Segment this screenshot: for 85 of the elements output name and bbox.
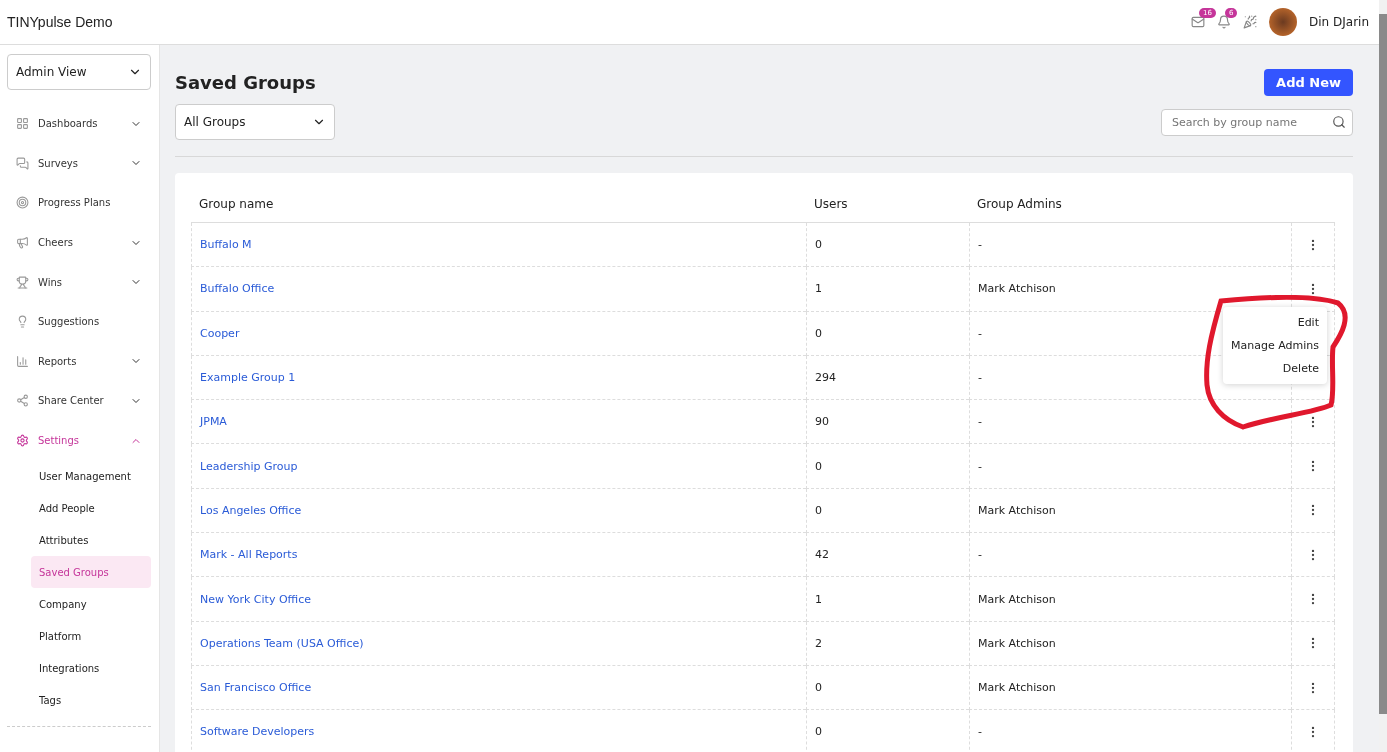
column-header: Group name (191, 185, 806, 223)
sidebar-item-label: Progress Plans (38, 197, 112, 209)
table-cell: 0 (806, 710, 969, 752)
table-cell: Mark Atchison (969, 621, 1291, 666)
target-icon (16, 196, 29, 210)
sidebar-item[interactable]: Surveys (7, 143, 151, 184)
table-cell: Mark Atchison (969, 665, 1291, 711)
settings-icon (16, 434, 29, 448)
party-popper-icon[interactable] (1243, 15, 1257, 29)
table-cell: 0 (806, 488, 969, 534)
column-header: Group Admins (969, 185, 1291, 223)
table-cell: 0 (806, 311, 969, 356)
grid-icon (16, 117, 29, 131)
group-name-link[interactable]: Buffalo Office (191, 267, 806, 312)
group-name-link[interactable]: Buffalo M (191, 223, 806, 268)
group-name-link[interactable]: Example Group 1 (191, 355, 806, 401)
sidebar-item-label: Settings (38, 435, 80, 447)
sidebar-item-label: Dashboards (38, 118, 99, 130)
group-name-link[interactable]: Software Developers (191, 710, 806, 752)
sidebar-item[interactable]: Wins (7, 262, 151, 302)
sidebar-subitem[interactable]: Saved Groups (31, 556, 151, 589)
sidebar-item[interactable]: Cheers (7, 222, 151, 263)
sidebar-item[interactable]: Reports (7, 341, 151, 382)
sidebar-subitem[interactable]: Attributes (7, 524, 151, 557)
sidebar-subitem[interactable]: Add People (7, 492, 151, 525)
sidebar-item[interactable]: Suggestions (7, 301, 151, 342)
user-avatar[interactable] (1269, 8, 1297, 36)
table-cell: Mark Atchison (969, 577, 1291, 622)
megaphone-icon (16, 236, 29, 250)
column-header: Users (806, 185, 969, 223)
search-box[interactable]: Search by group name (1161, 108, 1353, 136)
group-name-link[interactable]: Mark - All Reports (191, 533, 806, 578)
sidebar-subitem[interactable]: Tags (7, 684, 151, 717)
sidebar-item-label: Surveys (38, 157, 79, 169)
sidebar-item-label: Reports (38, 355, 78, 367)
share-icon (16, 394, 29, 408)
user-name[interactable]: Din DJarin (1309, 15, 1369, 29)
group-name-link[interactable]: Operations Team (USA Office) (191, 621, 806, 666)
table-cell: 1 (806, 577, 969, 622)
app-title: TINYpulse Demo (7, 14, 113, 30)
table-cell: - (969, 710, 1291, 752)
group-name-link[interactable]: Los Angeles Office (191, 488, 806, 534)
table-cell: - (969, 444, 1291, 489)
table-cell: - (969, 533, 1291, 578)
sidebar-subitem[interactable]: User Management (7, 460, 151, 493)
table-cell: 294 (806, 355, 969, 401)
group-name-link[interactable]: Leadership Group (191, 444, 806, 489)
table-cell: - (969, 400, 1291, 445)
sidebar-item-label: Wins (38, 276, 63, 288)
add-new-button[interactable]: Add New (1264, 69, 1353, 96)
sidebar-item[interactable]: Share Center (7, 381, 151, 421)
table-cell: 0 (806, 223, 969, 268)
lightbulb-icon (16, 315, 29, 329)
group-name-link[interactable]: Cooper (191, 311, 806, 356)
group-filter-select[interactable]: All Groups (175, 104, 335, 140)
table-cell: 2 (806, 621, 969, 666)
sidebar-item[interactable]: Dashboards (7, 104, 151, 144)
sidebar-item-label: Share Center (38, 395, 105, 407)
table-cell: 42 (806, 533, 969, 578)
table-cell: 0 (806, 665, 969, 711)
sidebar-item-label: Suggestions (38, 316, 101, 328)
sidebar-item[interactable]: Progress Plans (7, 183, 151, 223)
bar-chart-icon (16, 354, 29, 368)
page-title: Saved Groups (175, 72, 316, 93)
sidebar-subitem[interactable]: Integrations (7, 652, 151, 685)
sidebar-item-label: Cheers (38, 237, 74, 249)
table-cell: - (969, 223, 1291, 268)
group-name-link[interactable]: San Francisco Office (191, 665, 806, 711)
search-icon[interactable] (1332, 115, 1346, 129)
group-name-link[interactable]: New York City Office (191, 577, 806, 622)
chat-icon (16, 156, 29, 170)
table-cell: 0 (806, 444, 969, 489)
bell-icon[interactable] (1217, 15, 1231, 29)
sidebar-subitem[interactable]: Company (7, 588, 151, 621)
table-cell: Mark Atchison (969, 488, 1291, 534)
search-field[interactable]: Search by group name (1170, 114, 1332, 130)
mail-icon[interactable] (1191, 15, 1205, 29)
sidebar-item[interactable]: Settings (7, 420, 151, 461)
trophy-icon (16, 275, 29, 289)
table-cell: 1 (806, 267, 969, 312)
view-select[interactable]: Admin View (7, 54, 151, 90)
group-name-link[interactable]: JPMA (191, 400, 806, 445)
sidebar-subitem[interactable]: Platform (7, 620, 151, 653)
table-cell: 90 (806, 400, 969, 445)
scrollbar[interactable] (1379, 14, 1387, 714)
